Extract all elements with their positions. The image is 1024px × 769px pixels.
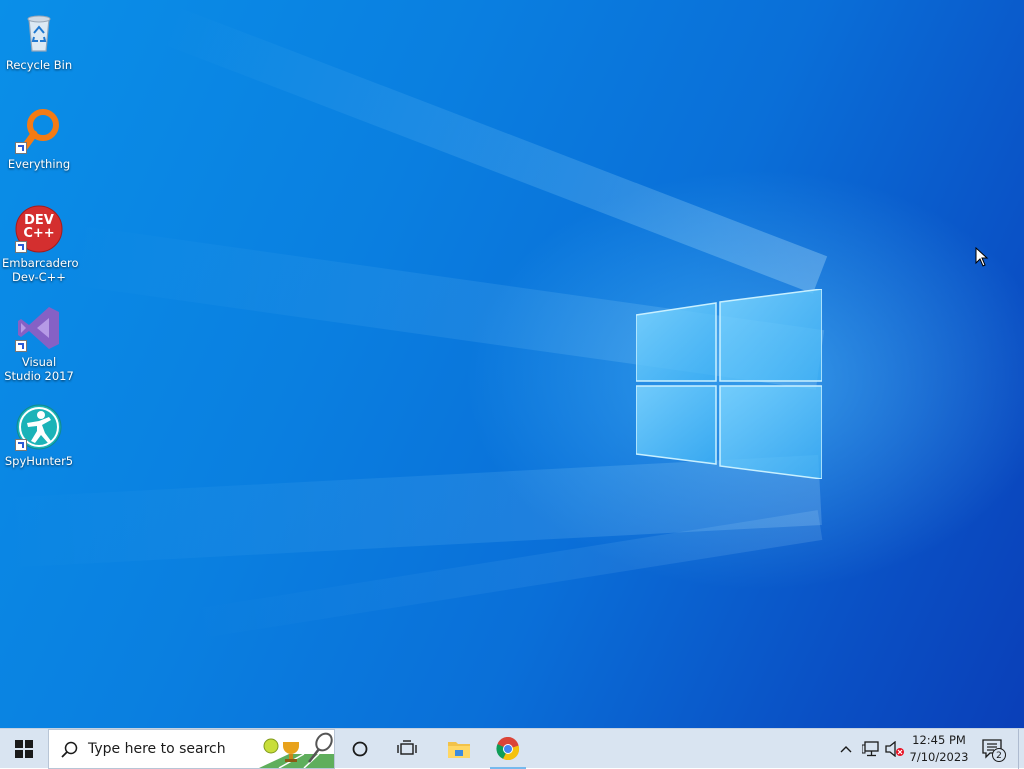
shortcut-arrow-icon <box>15 340 27 352</box>
clock-date: 7/10/2023 <box>909 750 969 764</box>
start-button[interactable] <box>0 729 48 769</box>
dev-cpp-icon: DEV C++ <box>15 205 63 253</box>
spyhunter-icon <box>15 403 63 451</box>
network-button[interactable] <box>860 729 882 769</box>
mouse-cursor-icon <box>975 247 989 267</box>
task-view-button[interactable] <box>387 729 427 769</box>
network-icon <box>862 741 879 757</box>
shortcut-arrow-icon <box>15 241 27 253</box>
desktop-icon-recycle-bin[interactable]: Recycle Bin <box>2 7 76 72</box>
clock[interactable]: 12:45 PM 7/10/2023 <box>904 729 974 769</box>
notification-count-badge: 2 <box>992 748 1006 762</box>
volume-button[interactable] <box>884 729 906 769</box>
dev-cpp-icon-text: DEV C++ <box>23 213 55 241</box>
taskbar-chrome[interactable] <box>486 729 530 769</box>
show-hidden-icons-button[interactable] <box>836 729 856 769</box>
chrome-icon <box>496 737 520 761</box>
chevron-up-icon <box>840 746 852 753</box>
windows-logo <box>636 289 822 479</box>
recycle-bin-icon <box>15 7 63 55</box>
desktop-icon-visual-studio[interactable]: Visual Studio 2017 <box>2 304 76 383</box>
search-highlight-tennis-icon <box>259 732 334 768</box>
desktop-background[interactable]: Recycle Bin Everything DEV C++ Embarcade… <box>0 0 1024 728</box>
search-box[interactable]: Type here to search <box>48 729 335 769</box>
file-explorer-icon <box>448 742 470 758</box>
task-view-icon <box>397 740 417 755</box>
desktop-icon-label: Embarcadero Dev-C++ <box>2 256 79 284</box>
show-desktop-button[interactable] <box>1018 729 1024 769</box>
desktop-icon-label: Visual Studio 2017 <box>4 355 74 383</box>
search-placeholder: Type here to search <box>88 741 226 757</box>
taskbar: Type here to search 12:45 PM 7/10/2023 2 <box>0 728 1024 769</box>
cortana-circle-icon <box>352 741 368 757</box>
desktop-icon-label: Everything <box>7 157 71 171</box>
visual-studio-icon <box>15 304 63 352</box>
shortcut-arrow-icon <box>15 439 27 451</box>
search-icon <box>61 741 78 758</box>
volume-muted-icon <box>885 741 904 757</box>
shortcut-arrow-icon <box>15 142 27 154</box>
windows-start-icon <box>15 740 33 758</box>
everything-search-icon <box>15 106 63 154</box>
desktop-icon-label: SpyHunter5 <box>4 454 74 468</box>
taskbar-file-explorer[interactable] <box>437 729 481 769</box>
clock-time: 12:45 PM <box>912 733 966 747</box>
action-center-button[interactable]: 2 <box>978 729 1008 769</box>
desktop-icon-dev-cpp[interactable]: DEV C++ Embarcadero Dev-C++ <box>2 205 79 284</box>
desktop-icon-everything[interactable]: Everything <box>2 106 76 171</box>
cortana-button[interactable] <box>340 729 380 769</box>
desktop-icon-label: Recycle Bin <box>5 58 73 72</box>
desktop-icon-spyhunter[interactable]: SpyHunter5 <box>2 403 76 468</box>
